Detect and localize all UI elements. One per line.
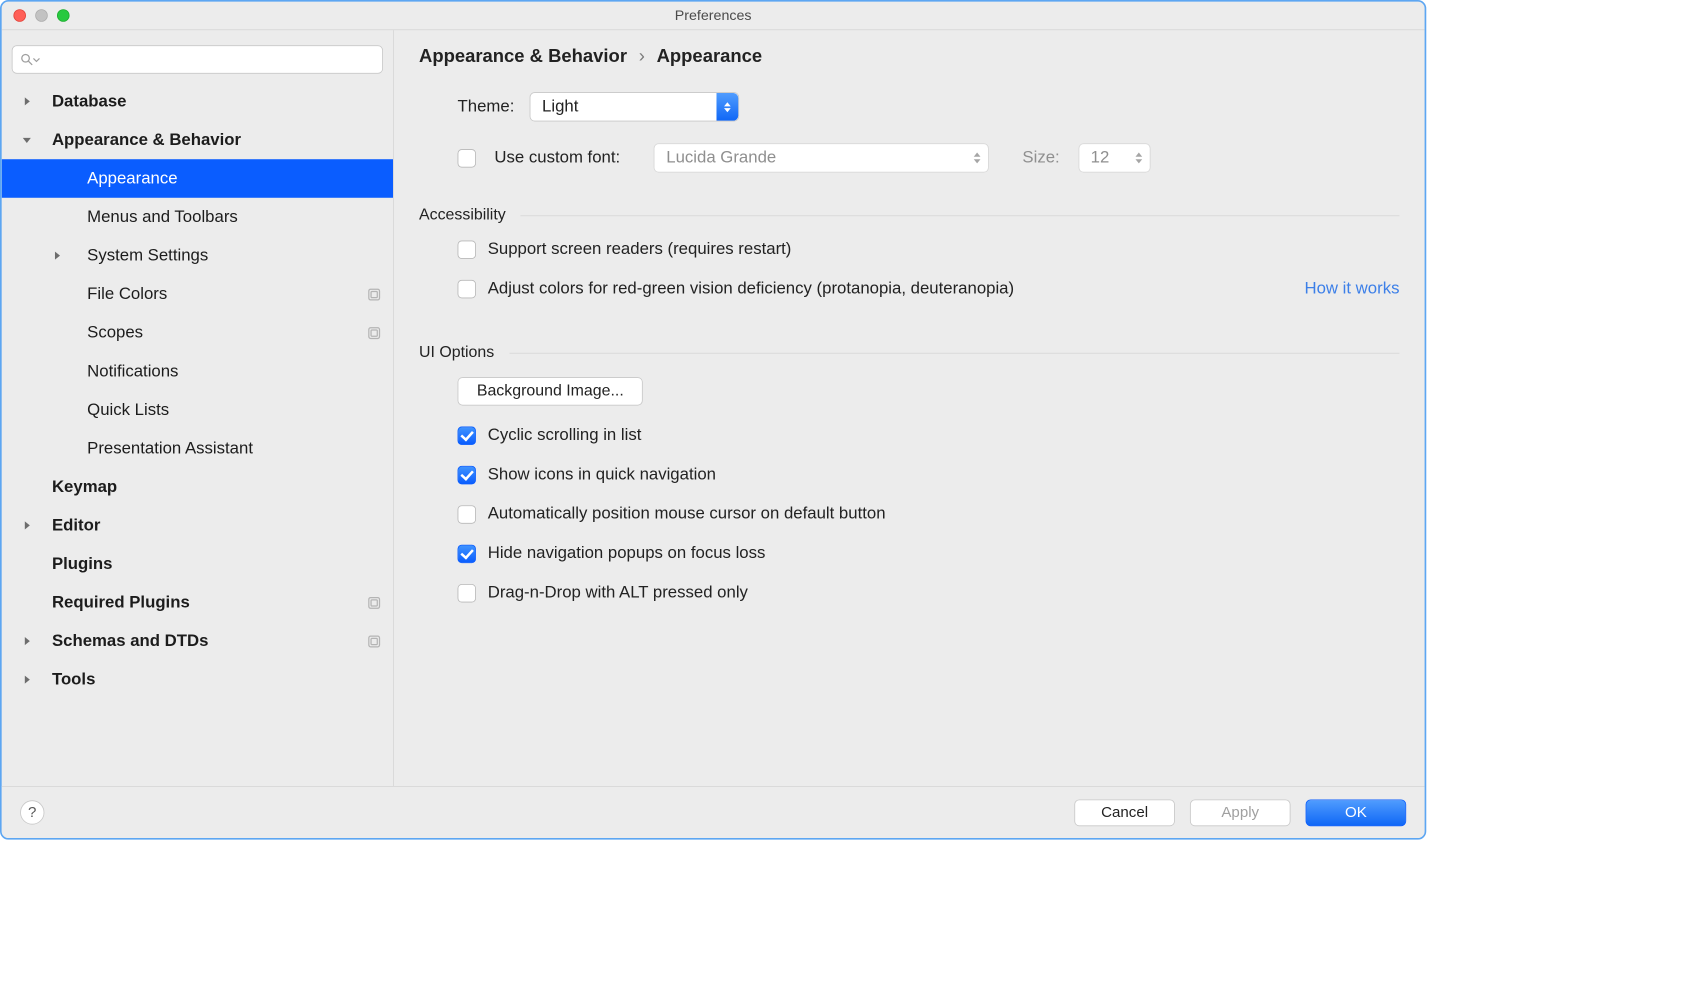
use-custom-font-checkbox[interactable]: [458, 149, 476, 167]
apply-button[interactable]: Apply: [1190, 799, 1291, 826]
cancel-button[interactable]: Cancel: [1074, 799, 1175, 826]
chevron-right-icon: [52, 251, 62, 261]
maximize-icon[interactable]: [57, 9, 70, 22]
sidebar-item-editor[interactable]: Editor: [2, 506, 393, 545]
chevron-right-icon: [22, 96, 32, 106]
chevron-right-icon: [22, 636, 32, 646]
sidebar-item-keymap[interactable]: Keymap: [2, 468, 393, 507]
project-scope-icon: [367, 287, 381, 301]
main-pane: Appearance & Behavior › Appearance Theme…: [394, 30, 1425, 786]
sidebar-item-label: Appearance & Behavior: [52, 130, 381, 149]
sidebar-item-plugins[interactable]: Plugins: [2, 545, 393, 584]
dnd-alt-label: Drag-n-Drop with ALT pressed only: [488, 583, 748, 602]
sidebar-item-appearance-behavior[interactable]: Appearance & Behavior: [2, 121, 393, 160]
content: Database Appearance & Behavior Appearance M…: [2, 29, 1425, 786]
sidebar-item-label: Presentation Assistant: [82, 439, 381, 458]
help-button[interactable]: ?: [20, 800, 44, 824]
sidebar-item-tools[interactable]: Tools: [2, 660, 393, 699]
auto-cursor-label: Automatically position mouse cursor on d…: [488, 504, 886, 523]
hide-popups-checkbox[interactable]: [458, 544, 476, 562]
theme-select[interactable]: Light: [529, 92, 739, 121]
sidebar-item-label: Required Plugins: [52, 593, 367, 612]
sidebar-item-label: Keymap: [52, 477, 381, 496]
font-family-value: Lucida Grande: [666, 148, 776, 167]
background-image-button[interactable]: Background Image...: [458, 377, 643, 405]
sidebar-item-label: Database: [52, 92, 381, 111]
select-arrows-icon: [970, 147, 985, 170]
stepper-arrows-icon: [1131, 147, 1146, 170]
use-custom-font-label: Use custom font:: [494, 148, 620, 167]
sidebar-item-label: Appearance: [82, 169, 381, 188]
sidebar-item-required-plugins[interactable]: Required Plugins: [2, 583, 393, 622]
font-family-select[interactable]: Lucida Grande: [654, 143, 989, 172]
titlebar: Preferences: [2, 2, 1425, 30]
sidebar-item-database[interactable]: Database: [2, 82, 393, 121]
sidebar: Database Appearance & Behavior Appearance M…: [2, 30, 394, 786]
sidebar-item-presentation-assistant[interactable]: Presentation Assistant: [2, 429, 393, 468]
font-size-value: 12: [1091, 148, 1110, 167]
show-icons-label: Show icons in quick navigation: [488, 465, 716, 484]
sidebar-item-label: Menus and Toolbars: [82, 207, 381, 226]
cyclic-scrolling-checkbox[interactable]: [458, 426, 476, 444]
minimize-icon[interactable]: [35, 9, 48, 22]
chevron-right-icon: [22, 675, 32, 685]
search-input[interactable]: [12, 45, 383, 73]
ui-options-section-header: UI Options: [419, 344, 1399, 362]
theme-value: Light: [542, 97, 578, 116]
sidebar-item-label: File Colors: [82, 285, 367, 304]
settings-tree: Database Appearance & Behavior Appearance M…: [2, 82, 393, 786]
project-scope-icon: [367, 595, 381, 609]
chevron-down-icon: [33, 56, 41, 64]
dnd-alt-checkbox[interactable]: [458, 584, 476, 602]
sidebar-item-label: Notifications: [82, 362, 381, 381]
window-title: Preferences: [2, 7, 1425, 24]
close-icon[interactable]: [13, 9, 26, 22]
sidebar-item-appearance[interactable]: Appearance: [2, 159, 393, 198]
ok-button[interactable]: OK: [1306, 799, 1407, 826]
traffic-lights: [2, 9, 70, 22]
breadcrumb-parent: Appearance & Behavior: [419, 45, 627, 67]
sidebar-item-label: Scopes: [82, 323, 367, 342]
sidebar-item-label: Plugins: [52, 554, 381, 573]
screen-readers-checkbox[interactable]: [458, 240, 476, 258]
project-scope-icon: [367, 326, 381, 340]
chevron-right-icon: [22, 520, 32, 530]
sidebar-item-label: Schemas and DTDs: [52, 631, 367, 650]
hide-popups-label: Hide navigation popups on focus loss: [488, 544, 766, 563]
sidebar-item-label: Quick Lists: [82, 400, 381, 419]
preferences-window: Preferences Database Appearance & Behavio…: [0, 0, 1426, 840]
sidebar-item-notifications[interactable]: Notifications: [2, 352, 393, 391]
search-field[interactable]: [40, 52, 375, 67]
cyclic-scrolling-label: Cyclic scrolling in list: [488, 426, 642, 445]
color-deficiency-label: Adjust colors for red-green vision defic…: [488, 279, 1014, 298]
accessibility-section-header: Accessibility: [419, 206, 1399, 224]
project-scope-icon: [367, 634, 381, 648]
font-size-stepper[interactable]: 12: [1078, 143, 1150, 172]
breadcrumb-current: Appearance: [657, 45, 763, 67]
sidebar-item-system-settings[interactable]: System Settings: [2, 236, 393, 275]
sidebar-item-scopes[interactable]: Scopes: [2, 313, 393, 352]
sidebar-item-label: Editor: [52, 516, 381, 535]
color-deficiency-checkbox[interactable]: [458, 279, 476, 297]
sidebar-item-label: Tools: [52, 670, 381, 689]
sidebar-item-quick-lists[interactable]: Quick Lists: [2, 391, 393, 430]
sidebar-item-label: System Settings: [82, 246, 381, 265]
sidebar-item-menus-and-toolbars[interactable]: Menus and Toolbars: [2, 198, 393, 237]
sidebar-item-file-colors[interactable]: File Colors: [2, 275, 393, 314]
sidebar-item-schemas-and-dtds[interactable]: Schemas and DTDs: [2, 622, 393, 661]
auto-cursor-checkbox[interactable]: [458, 505, 476, 523]
footer: ? Cancel Apply OK: [2, 786, 1425, 838]
chevron-right-icon: ›: [639, 45, 645, 67]
theme-label: Theme:: [458, 97, 515, 116]
font-size-label: Size:: [1022, 148, 1059, 167]
screen-readers-label: Support screen readers (requires restart…: [488, 240, 792, 259]
show-icons-checkbox[interactable]: [458, 466, 476, 484]
breadcrumb: Appearance & Behavior › Appearance: [419, 45, 1399, 67]
chevron-down-icon: [22, 135, 32, 145]
select-arrows-icon: [716, 93, 738, 121]
how-it-works-link[interactable]: How it works: [1304, 279, 1399, 298]
